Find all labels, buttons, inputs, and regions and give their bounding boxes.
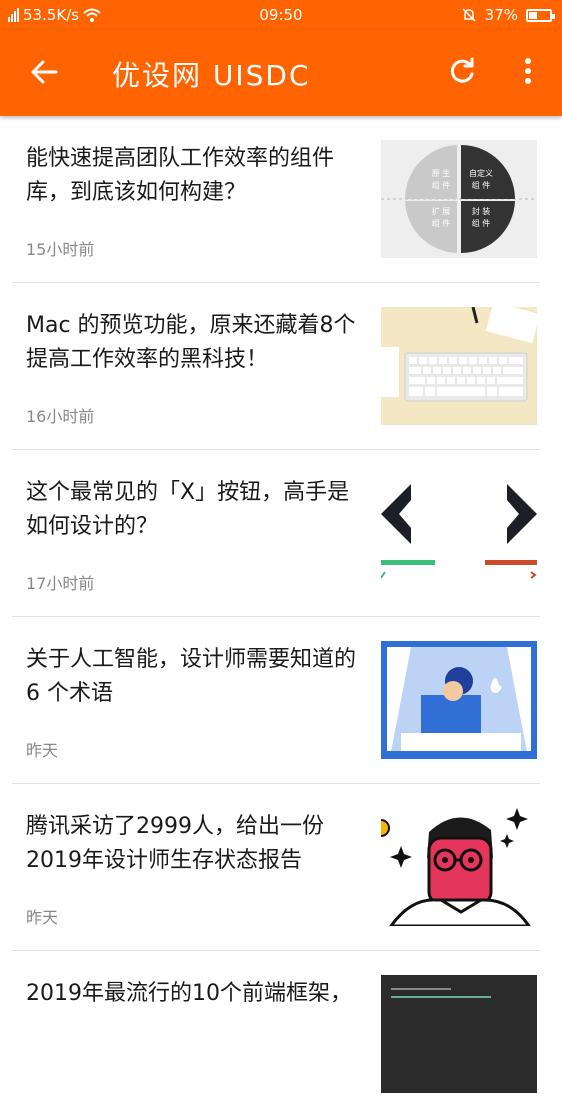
page-title: 优设网 UISDC [112, 59, 311, 92]
app-bar: 优设网 UISDC [0, 30, 562, 116]
svg-text:原 生: 原 生 [432, 168, 451, 178]
svg-text:组 件: 组 件 [432, 180, 451, 190]
battery-percent: 37% [484, 6, 518, 24]
article-title: Mac 的预览功能，原来还藏着8个提高工作效率的黑科技！ [26, 313, 356, 372]
svg-text:组 件: 组 件 [432, 218, 451, 228]
status-bar: 53.5K/s 09:50 37% [0, 0, 562, 30]
article-thumbnail [381, 307, 537, 425]
article-time: 昨天 [26, 741, 59, 760]
svg-text:组 件: 组 件 [472, 218, 491, 228]
article-thumbnail [381, 808, 537, 926]
article-title: 2019年最流行的10个前端框架， [26, 981, 352, 1006]
article-item[interactable]: Mac 的预览功能，原来还藏着8个提高工作效率的黑科技！ 16小时前 [0, 283, 562, 450]
article-item[interactable]: 2019年最流行的10个前端框架， [0, 951, 562, 1118]
article-item[interactable]: 能快速提高团队工作效率的组件库，到底该如何构建？ 15小时前 原 生 组 件 自… [0, 116, 562, 283]
article-title: 关于人工智能，设计师需要知道的 6 个术语 [26, 647, 357, 706]
article-item[interactable]: 关于人工智能，设计师需要知道的 6 个术语 昨天 [0, 617, 562, 784]
article-title: 腾讯采访了2999人，给出一份2019年设计师生存状态报告 [26, 814, 324, 873]
article-time: 17小时前 [26, 574, 95, 593]
svg-text:自定义: 自定义 [469, 168, 493, 178]
article-item[interactable]: 这个最常见的「X」按钮，高手是如何设计的？ 17小时前 [0, 450, 562, 617]
mute-bell-icon [462, 8, 476, 22]
article-item[interactable]: 腾讯采访了2999人，给出一份2019年设计师生存状态报告 昨天 [0, 784, 562, 951]
more-vert-icon[interactable] [518, 55, 538, 87]
svg-text:组 件: 组 件 [472, 180, 491, 190]
article-thumbnail [381, 474, 537, 592]
svg-text:扩 展: 扩 展 [432, 206, 451, 216]
article-time: 昨天 [26, 908, 59, 927]
battery-icon [526, 8, 555, 22]
article-title: 能快速提高团队工作效率的组件库，到底该如何构建？ [26, 146, 335, 205]
article-time: 15小时前 [26, 240, 95, 259]
svg-text:封 装: 封 装 [472, 206, 491, 216]
article-thumbnail [381, 641, 537, 759]
article-thumbnail [381, 975, 537, 1093]
article-thumbnail: 原 生 组 件 自定义 组 件 扩 展 组 件 封 装 组 件 [381, 140, 537, 258]
arrow-back-icon[interactable] [28, 56, 60, 88]
refresh-icon[interactable] [446, 55, 478, 87]
article-time: 16小时前 [26, 407, 95, 426]
article-list: 能快速提高团队工作效率的组件库，到底该如何构建？ 15小时前 原 生 组 件 自… [0, 116, 562, 1118]
article-title: 这个最常见的「X」按钮，高手是如何设计的？ [26, 480, 350, 539]
